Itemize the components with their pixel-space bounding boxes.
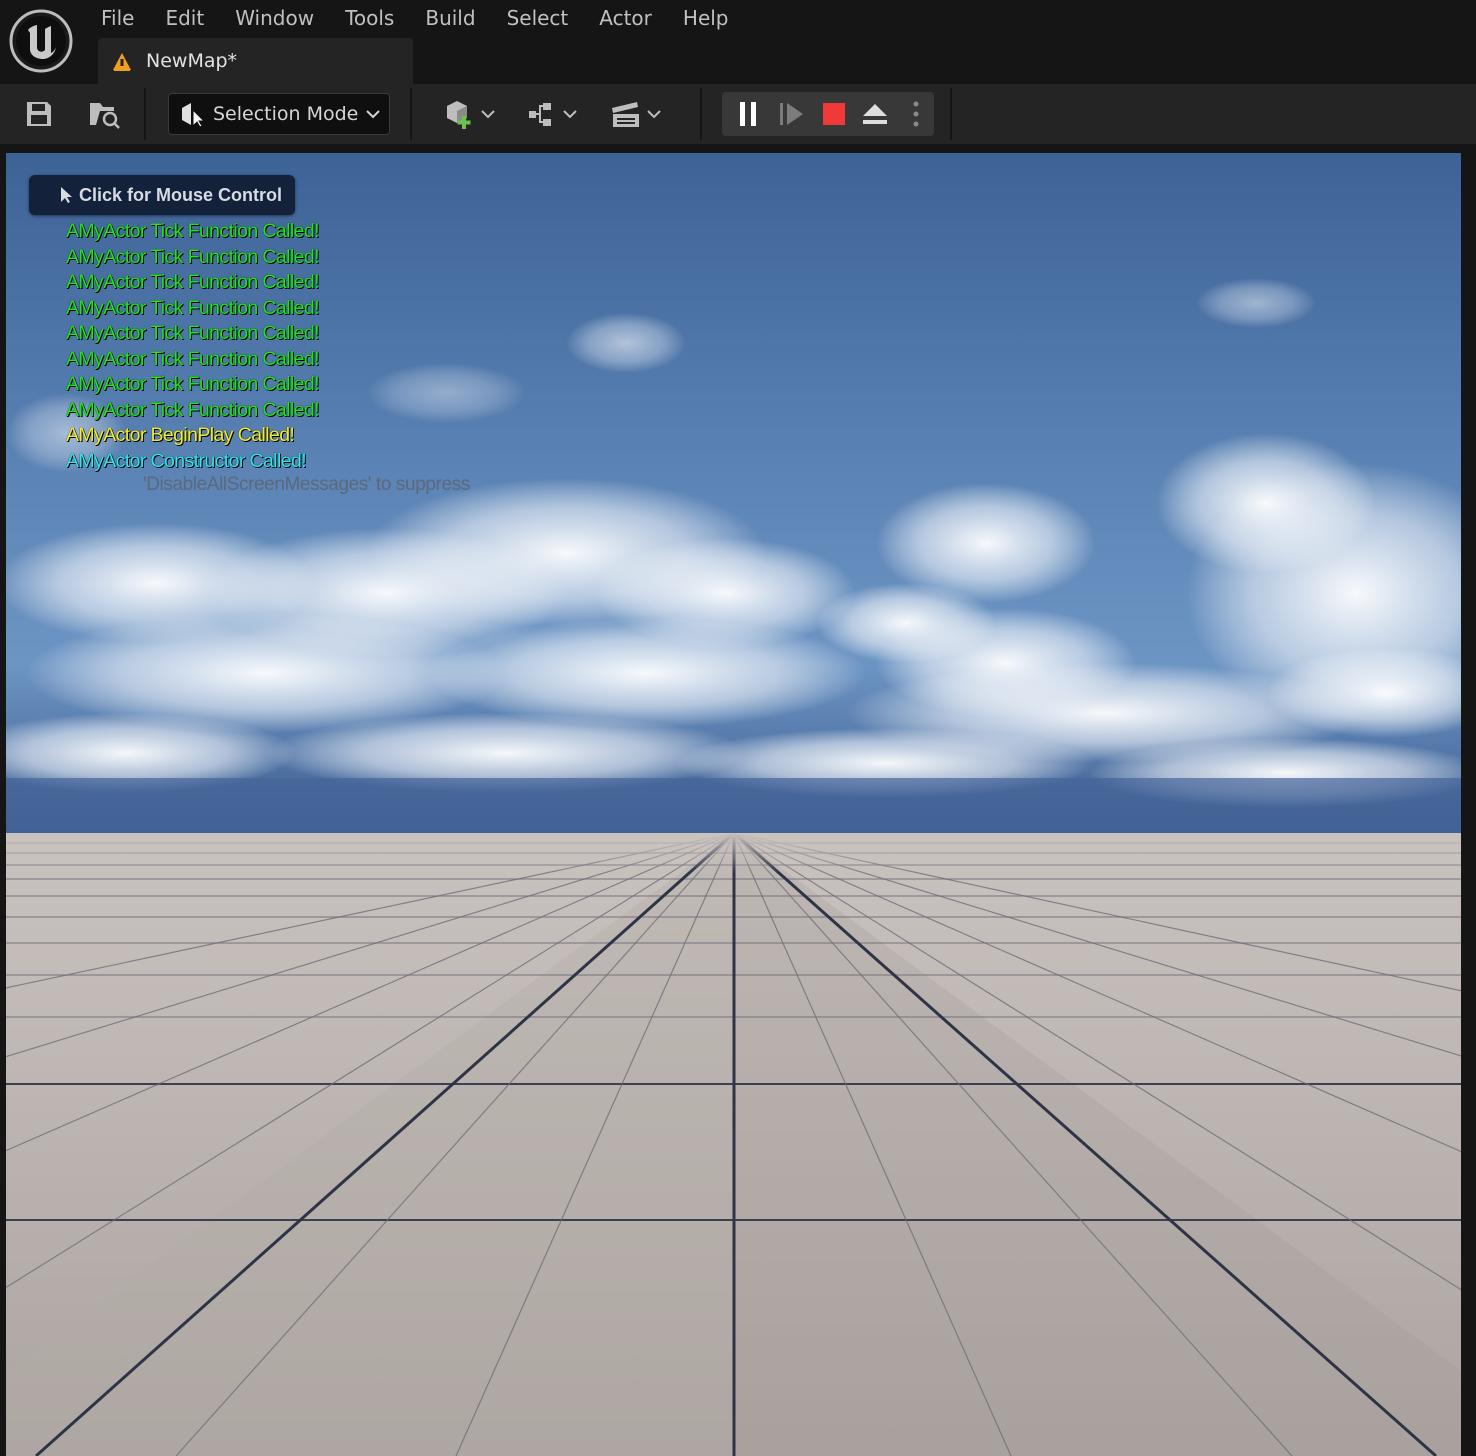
on-screen-debug-messages: AMyActor Tick Function Called! AMyActor T… bbox=[66, 219, 320, 474]
toolbar-separator bbox=[144, 88, 146, 140]
menu-bar: File Edit Window Tools Build Select Acto… bbox=[88, 0, 747, 36]
cinematics-dropdown[interactable] bbox=[606, 92, 664, 136]
menu-window[interactable]: Window bbox=[222, 0, 332, 36]
selection-mode-label: Selection Mode bbox=[213, 103, 359, 125]
pause-icon bbox=[740, 102, 756, 126]
skip-frame-icon bbox=[780, 103, 803, 125]
debug-message: AMyActor Tick Function Called! bbox=[66, 296, 320, 319]
mouse-control-button[interactable]: Click for Mouse Control bbox=[29, 175, 295, 215]
level-viewport[interactable]: Click for Mouse Control AMyActor Tick Fu… bbox=[6, 153, 1461, 1456]
debug-message: AMyActor Constructor Called! bbox=[66, 449, 307, 472]
main-toolbar: Selection Mode bbox=[0, 84, 1476, 144]
debug-message: AMyActor Tick Function Called! bbox=[66, 373, 320, 395]
more-options-icon bbox=[913, 101, 919, 127]
stop-icon bbox=[823, 103, 845, 125]
eject-button[interactable] bbox=[857, 92, 893, 136]
chevron-down-icon bbox=[481, 110, 495, 119]
more-options-button[interactable] bbox=[902, 92, 930, 136]
clapperboard-icon bbox=[612, 102, 639, 127]
viewport-border bbox=[0, 144, 1476, 153]
toolbar-separator bbox=[700, 88, 702, 140]
unreal-logo-icon[interactable] bbox=[9, 9, 73, 73]
toolbar-separator bbox=[410, 88, 412, 140]
chevron-down-icon bbox=[647, 110, 661, 119]
content-browser-icon bbox=[90, 103, 120, 129]
menu-build[interactable]: Build bbox=[412, 0, 493, 36]
suppress-hint: 'DisableAllScreenMessages' to suppress bbox=[143, 474, 470, 495]
play-controls bbox=[722, 92, 934, 136]
chevron-down-icon bbox=[366, 110, 381, 119]
save-icon bbox=[27, 102, 51, 126]
level-warning-icon bbox=[113, 53, 131, 71]
menu-tools[interactable]: Tools bbox=[332, 0, 412, 36]
mouse-control-label: Click for Mouse Control bbox=[79, 184, 283, 205]
title-bar: File Edit Window Tools Build Select Acto… bbox=[0, 0, 1476, 84]
toolbar-separator bbox=[950, 88, 952, 140]
add-actor-dropdown[interactable] bbox=[440, 92, 498, 136]
document-tab-newmap[interactable]: NewMap* bbox=[98, 38, 413, 84]
menu-help[interactable]: Help bbox=[670, 0, 747, 36]
debug-message: AMyActor Tick Function Called! bbox=[66, 347, 320, 370]
skip-frame-button[interactable] bbox=[774, 92, 810, 136]
save-button[interactable] bbox=[20, 92, 58, 136]
selection-mode-icon bbox=[182, 103, 205, 128]
debug-message: AMyActor Tick Function Called! bbox=[66, 220, 320, 242]
checker-floor bbox=[6, 833, 1461, 1456]
eject-icon bbox=[863, 104, 887, 124]
debug-message: AMyActor Tick Function Called! bbox=[66, 398, 320, 421]
pause-button[interactable] bbox=[730, 92, 766, 136]
blueprint-dropdown[interactable] bbox=[524, 92, 580, 136]
chevron-down-icon bbox=[563, 110, 577, 119]
browse-content-button[interactable] bbox=[86, 92, 124, 136]
document-tab-label: NewMap* bbox=[146, 50, 238, 72]
selection-mode-dropdown[interactable]: Selection Mode bbox=[168, 93, 390, 135]
menu-actor[interactable]: Actor bbox=[586, 0, 670, 36]
menu-select[interactable]: Select bbox=[494, 0, 587, 36]
menu-file[interactable]: File bbox=[88, 0, 152, 36]
debug-message: AMyActor Tick Function Called! bbox=[66, 245, 320, 268]
stop-button[interactable] bbox=[816, 92, 852, 136]
blueprint-icon bbox=[529, 103, 551, 126]
debug-message: AMyActor BeginPlay Called! bbox=[66, 424, 295, 446]
add-actor-icon bbox=[447, 101, 471, 129]
debug-message: AMyActor Tick Function Called! bbox=[66, 271, 320, 293]
viewport-border bbox=[1461, 153, 1476, 1456]
menu-edit[interactable]: Edit bbox=[152, 0, 222, 36]
cursor-icon bbox=[61, 187, 72, 203]
debug-message: AMyActor Tick Function Called! bbox=[66, 322, 320, 344]
